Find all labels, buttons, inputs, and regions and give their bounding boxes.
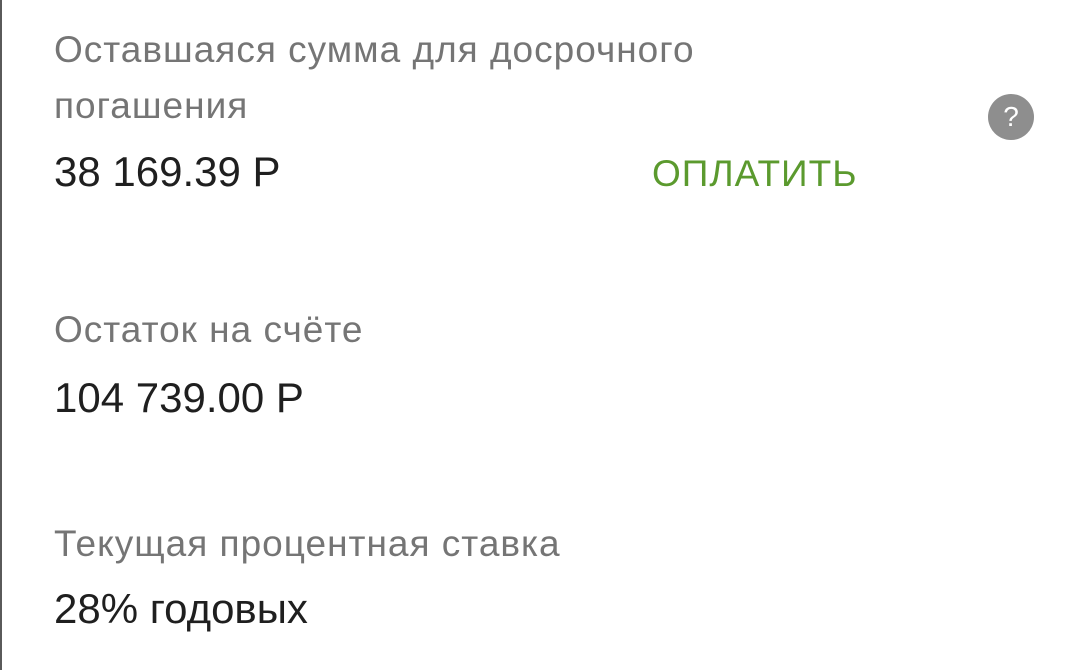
early-repayment-amount: 38 169.39 Р: [54, 148, 281, 195]
early-repayment-label-line1: Оставшаяся сумма для досрочного: [54, 29, 695, 70]
pay-button[interactable]: ОПЛАТИТЬ: [652, 150, 858, 198]
early-repayment-label-line2: погашения: [54, 85, 249, 126]
loan-info-panel: Оставшаяся сумма для досрочного погашени…: [0, 0, 1080, 670]
interest-rate-label: Текущая процентная ставка: [54, 523, 561, 564]
account-balance-label: Остаток на счёте: [54, 309, 364, 350]
account-balance-amount: 104 739.00 Р: [54, 374, 304, 421]
help-icon[interactable]: ?: [988, 94, 1034, 140]
interest-rate-value: 28% годовых: [54, 585, 308, 632]
